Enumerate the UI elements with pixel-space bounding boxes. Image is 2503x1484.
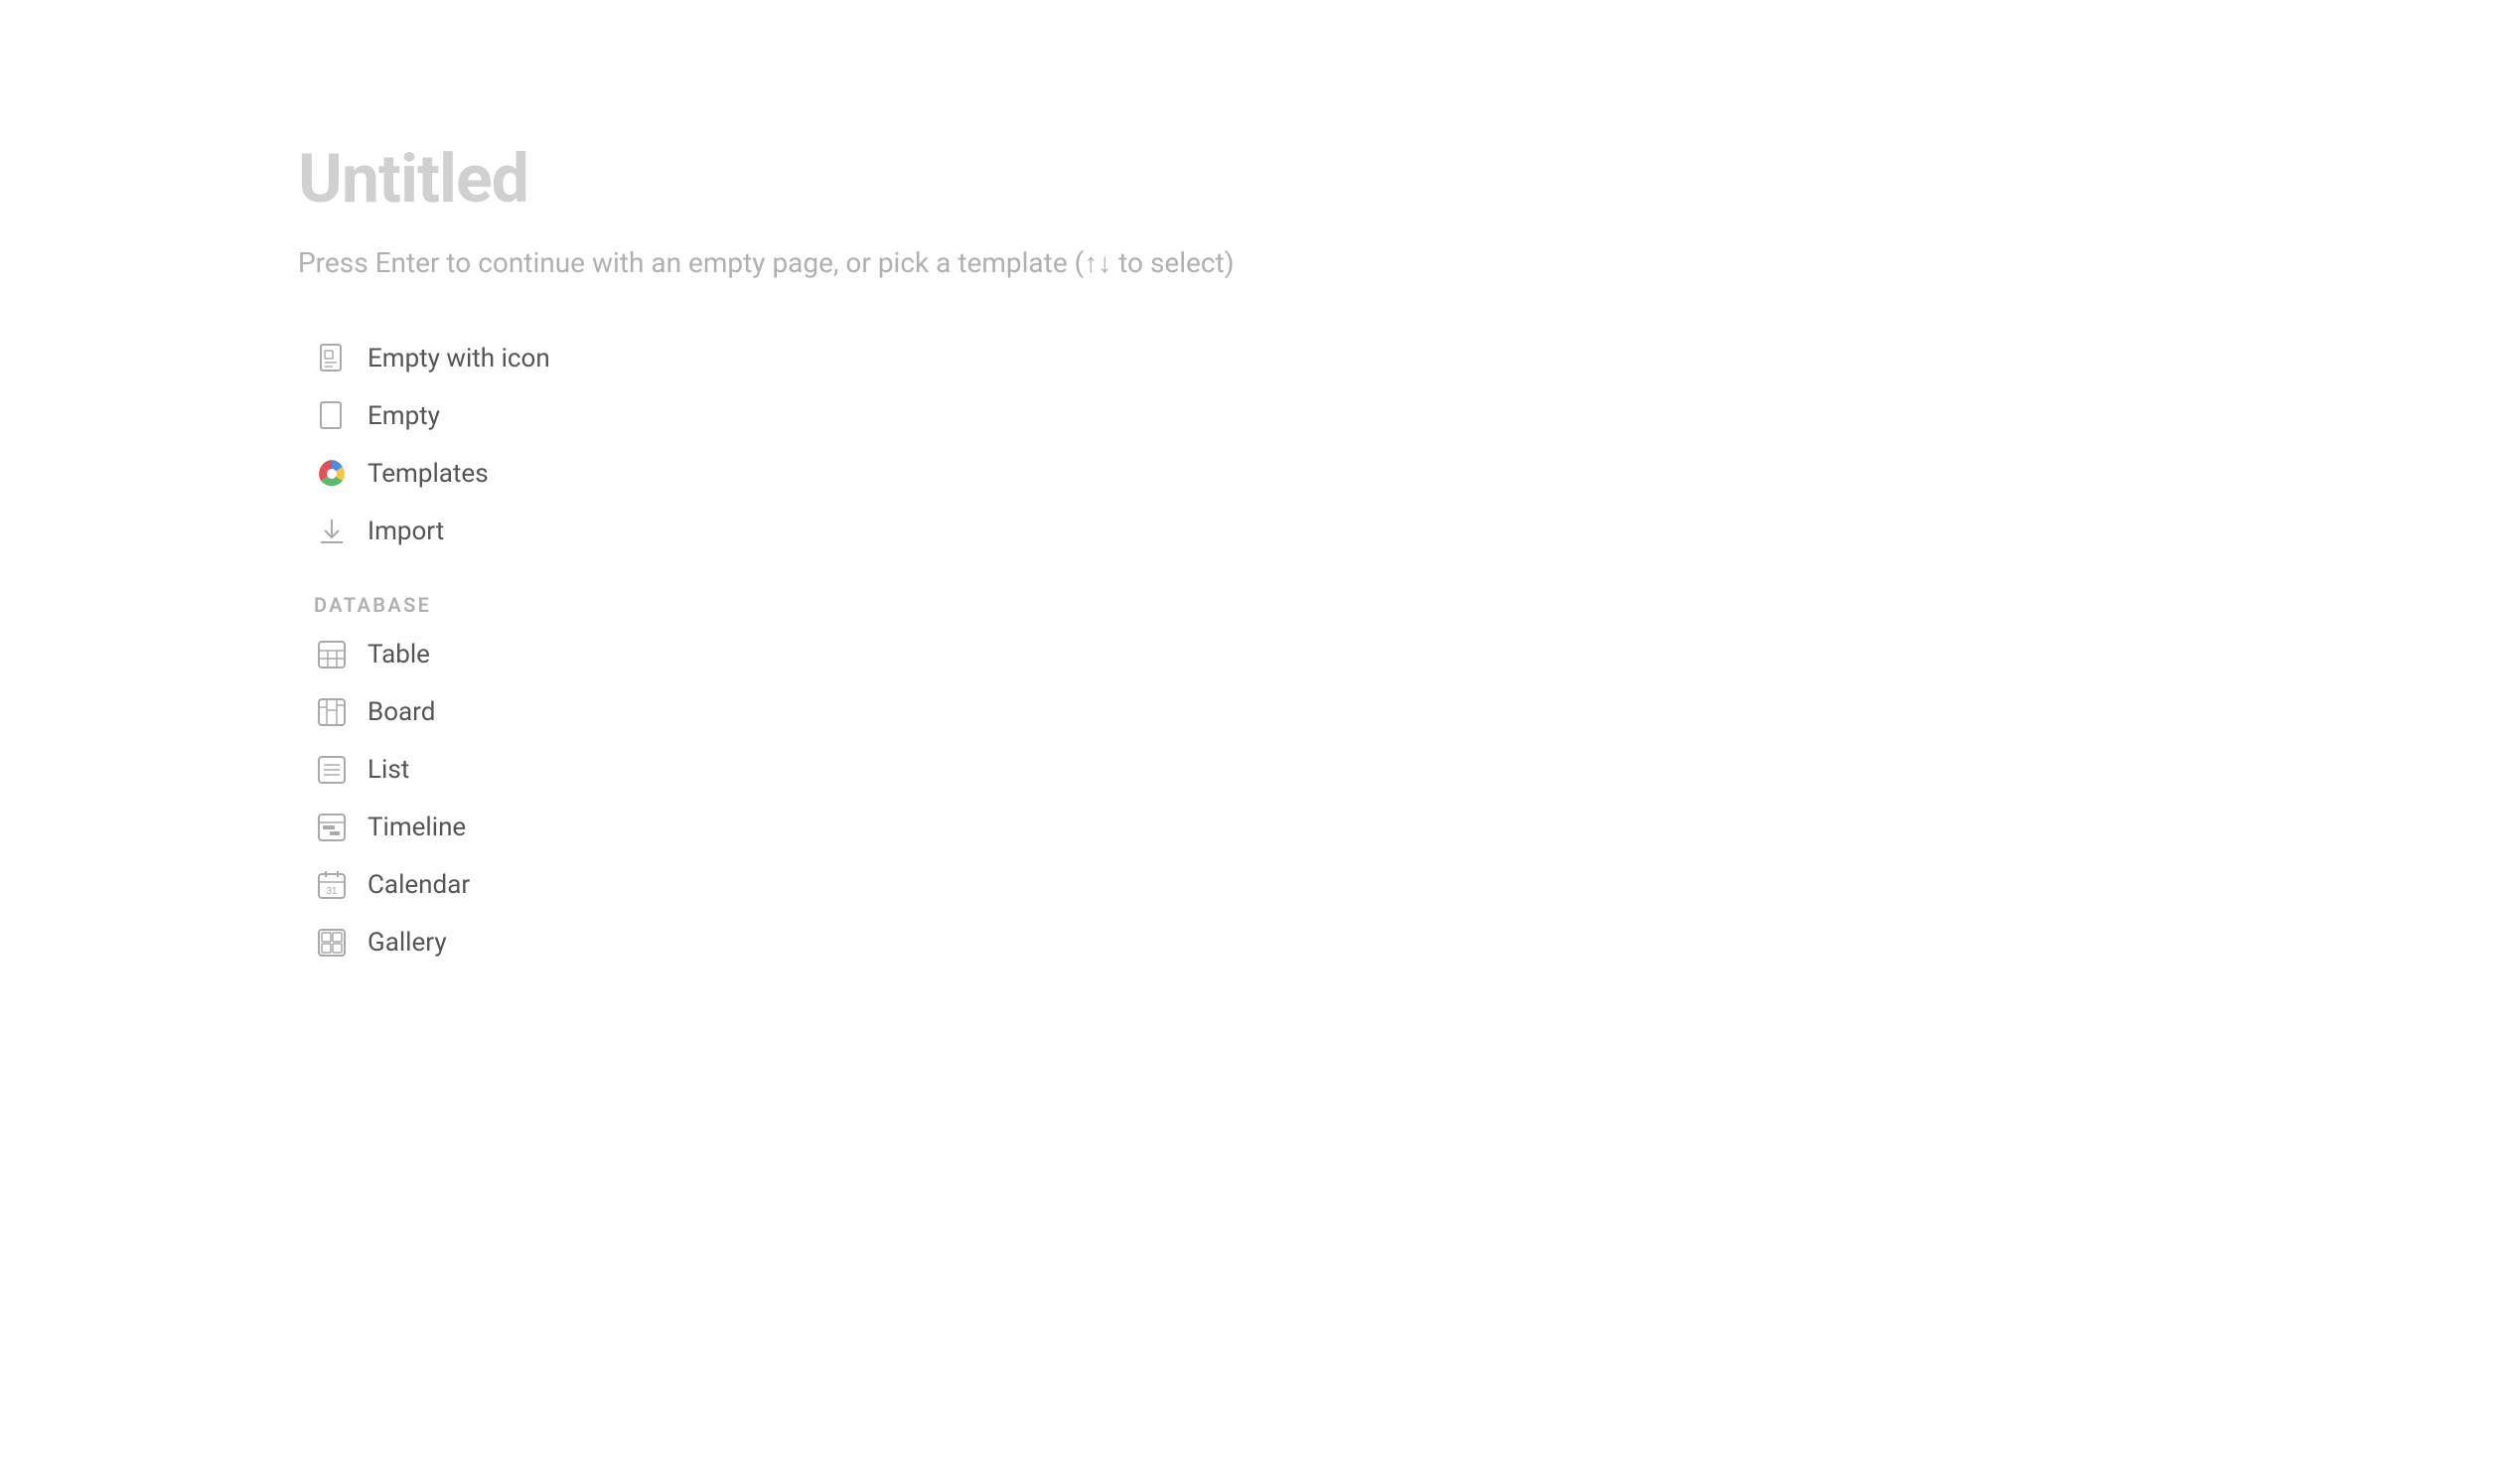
menu-item-empty[interactable]: Empty xyxy=(298,388,675,444)
menu-item-empty-with-icon[interactable]: Empty with icon xyxy=(298,331,675,386)
menu-item-list-label: List xyxy=(368,755,409,785)
menu-item-import-label: Import xyxy=(368,517,444,546)
menu-item-table[interactable]: Table xyxy=(298,627,675,682)
database-section-label: DATABASE xyxy=(298,593,2503,617)
menu-item-timeline-label: Timeline xyxy=(368,813,466,842)
page-subtitle: Press Enter to continue with an empty pa… xyxy=(298,246,2503,279)
calendar-icon: 31 xyxy=(314,867,350,903)
menu-item-gallery-label: Gallery xyxy=(368,928,447,958)
menu-item-templates[interactable]: Templates xyxy=(298,446,675,502)
board-icon xyxy=(314,694,350,730)
svg-text:31: 31 xyxy=(326,886,338,897)
document-icon xyxy=(314,341,350,376)
menu-item-timeline[interactable]: Timeline xyxy=(298,800,675,855)
gallery-icon xyxy=(314,925,350,961)
menu-item-gallery[interactable]: Gallery xyxy=(298,915,675,970)
timeline-icon xyxy=(314,810,350,845)
menu-item-calendar-label: Calendar xyxy=(368,870,470,900)
menu-list: Empty with icon Empty xyxy=(298,331,2503,970)
menu-item-board-label: Board xyxy=(368,697,435,727)
menu-item-calendar[interactable]: 31 Calendar xyxy=(298,857,675,913)
templates-icon xyxy=(314,456,350,492)
main-content: Untitled Press Enter to continue with an… xyxy=(0,0,2503,970)
menu-item-list[interactable]: List xyxy=(298,742,675,798)
document-plain-icon xyxy=(314,398,350,434)
page-title: Untitled xyxy=(298,139,2503,219)
import-icon xyxy=(314,514,350,549)
menu-item-import[interactable]: Import xyxy=(298,504,675,559)
menu-item-table-label: Table xyxy=(368,640,430,669)
menu-item-templates-label: Templates xyxy=(368,459,489,489)
menu-item-empty-with-icon-label: Empty with icon xyxy=(368,344,550,373)
list-icon xyxy=(314,752,350,788)
table-icon xyxy=(314,637,350,672)
menu-item-empty-label: Empty xyxy=(368,401,440,431)
menu-item-board[interactable]: Board xyxy=(298,684,675,740)
